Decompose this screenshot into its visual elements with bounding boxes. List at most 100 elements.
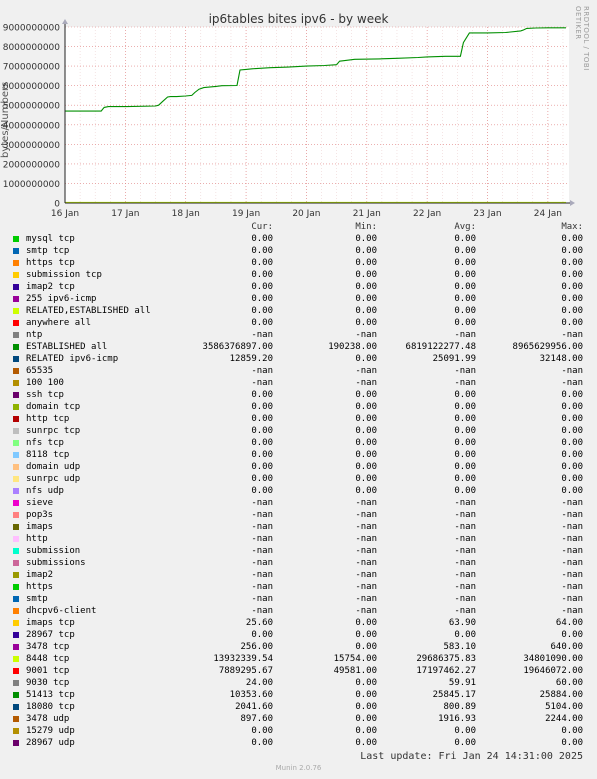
legend-label: submission tcp xyxy=(26,270,102,280)
legend-cur-value: 7889295.67 xyxy=(218,666,273,676)
legend-row: 3478 udp 897.60 0.00 1916.93 2244.00 xyxy=(0,713,597,725)
legend-label: dhcpv6-client xyxy=(26,606,97,616)
legend-cur-value: 0.00 xyxy=(251,258,273,268)
legend-row: domain udp 0.00 0.00 0.00 0.00 xyxy=(0,461,597,473)
legend-swatch xyxy=(13,452,19,458)
legend-avg-value: 0.00 xyxy=(454,474,476,484)
legend-swatch xyxy=(13,272,19,278)
x-tick-label: 21 Jan xyxy=(353,209,381,219)
legend-min-value: 0.00 xyxy=(355,618,377,628)
y-tick-label: 8000000000 xyxy=(3,43,61,53)
legend-swatch xyxy=(13,392,19,398)
legend-max-value: -nan xyxy=(561,366,583,376)
legend-label: pop3s xyxy=(26,510,54,520)
legend-row: nfs udp 0.00 0.00 0.00 0.00 xyxy=(0,485,597,497)
legend-max-value: 0.00 xyxy=(561,450,583,460)
legend-max-value: 0.00 xyxy=(561,462,583,472)
legend-max-value: 19646072.00 xyxy=(523,666,583,676)
legend-avg-value: 0.00 xyxy=(454,318,476,328)
legend-cur-value: -nan xyxy=(251,378,273,388)
legend-row: 255 ipv6-icmp 0.00 0.00 0.00 0.00 xyxy=(0,293,597,305)
legend-max-value: 0.00 xyxy=(561,270,583,280)
legend-min-value: -nan xyxy=(355,594,377,604)
y-tick-label: 6000000000 xyxy=(3,82,61,92)
legend-label: http xyxy=(26,534,48,544)
legend-row: ntp -nan -nan -nan -nan xyxy=(0,329,597,341)
legend-label: 255 ipv6-icmp xyxy=(26,294,97,304)
legend-max-value: 0.00 xyxy=(561,438,583,448)
legend-row: 9030 tcp 24.00 0.00 59.91 60.00 xyxy=(0,677,597,689)
legend-label: sieve xyxy=(26,498,54,508)
legend-row: https -nan -nan -nan -nan xyxy=(0,581,597,593)
legend-swatch xyxy=(13,692,19,698)
legend-row: submission -nan -nan -nan -nan xyxy=(0,545,597,557)
x-tick-label: 23 Jan xyxy=(473,209,501,219)
legend-label: 15279 udp xyxy=(26,726,75,736)
legend-cur-value: -nan xyxy=(251,582,273,592)
legend-label: 3478 tcp xyxy=(26,642,70,652)
legend-cur-value: 0.00 xyxy=(251,246,273,256)
legend-avg-value: 0.00 xyxy=(454,270,476,280)
legend-cur-value: -nan xyxy=(251,510,273,520)
legend-swatch xyxy=(13,320,19,326)
legend-cur-value: -nan xyxy=(251,570,273,580)
y-tick-label: 9000000000 xyxy=(3,24,61,34)
legend-max-value: 34801090.00 xyxy=(523,654,583,664)
legend-min-value: -nan xyxy=(355,570,377,580)
x-tick-label: 16 Jan xyxy=(51,209,79,219)
legend-cur-value: 0.00 xyxy=(251,726,273,736)
legend-avg-value: -nan xyxy=(454,522,476,532)
legend-min-value: 0.00 xyxy=(355,270,377,280)
legend-label: imaps xyxy=(26,522,54,532)
legend-row: ESTABLISHED all 3586376897.00 190238.00 681… xyxy=(0,341,597,353)
legend-label: submissions xyxy=(26,558,86,568)
legend-label: 8118 tcp xyxy=(26,450,70,460)
legend-row: imap2 -nan -nan -nan -nan xyxy=(0,569,597,581)
legend-label: smtp tcp xyxy=(26,246,70,256)
x-axis-arrow xyxy=(570,200,575,206)
legend-row: RELATED ipv6-icmp 12859.20 0.00 25091.99 321… xyxy=(0,353,597,365)
legend-cur-value: 0.00 xyxy=(251,486,273,496)
legend-max-value: -nan xyxy=(561,570,583,580)
legend-row: mysql tcp 0.00 0.00 0.00 0.00 xyxy=(0,233,597,245)
legend-row: imap2 tcp 0.00 0.00 0.00 0.00 xyxy=(0,281,597,293)
legend-swatch xyxy=(13,488,19,494)
legend-swatch xyxy=(13,248,19,254)
legend-max-value: 640.00 xyxy=(550,642,583,652)
legend-cur-value: 0.00 xyxy=(251,630,273,640)
legend-max-value: 0.00 xyxy=(561,738,583,748)
legend-swatch xyxy=(13,548,19,554)
legend-min-value: 0.00 xyxy=(355,642,377,652)
legend-row: 28967 tcp 0.00 0.00 0.00 0.00 xyxy=(0,629,597,641)
legend-row: RELATED,ESTABLISHED all 0.00 0.00 0.00 0.00 xyxy=(0,305,597,317)
legend-min-value: -nan xyxy=(355,606,377,616)
legend-max-value: -nan xyxy=(561,558,583,568)
legend-swatch xyxy=(13,716,19,722)
legend-swatch xyxy=(13,368,19,374)
legend-cur-value: -nan xyxy=(251,522,273,532)
legend-min-value: 0.00 xyxy=(355,690,377,700)
legend-cur-value: 13932339.54 xyxy=(213,654,273,664)
legend-swatch xyxy=(13,644,19,650)
legend-avg-value: 0.00 xyxy=(454,282,476,292)
legend-label: imaps tcp xyxy=(26,618,75,628)
legend-swatch xyxy=(13,656,19,662)
legend-label: https xyxy=(26,582,54,592)
legend-avg-value: -nan xyxy=(454,546,476,556)
legend-min-value: -nan xyxy=(355,498,377,508)
legend-min-value: -nan xyxy=(355,330,377,340)
last-update: Last update: Fri Jan 24 14:31:00 2025 xyxy=(360,751,583,762)
legend-cur-value: 3586376897.00 xyxy=(202,342,273,352)
legend-max-value: 5104.00 xyxy=(545,702,583,712)
legend-cur-value: 0.00 xyxy=(251,282,273,292)
legend-cur-value: -nan xyxy=(251,594,273,604)
header-avg: Avg: xyxy=(454,222,476,232)
x-tick-labels: 16 Jan 17 Jan 18 Jan 19 Jan 20 Jan 21 Jan 22 J… xyxy=(51,209,562,219)
legend-max-value: 2244.00 xyxy=(545,714,583,724)
y-tick-label: 4000000000 xyxy=(3,121,61,131)
legend-label: 65535 xyxy=(26,366,54,376)
legend-label: domain udp xyxy=(26,462,81,472)
legend-max-value: 0.00 xyxy=(561,282,583,292)
legend-min-value: 0.00 xyxy=(355,714,377,724)
legend-cur-value: 0.00 xyxy=(251,306,273,316)
